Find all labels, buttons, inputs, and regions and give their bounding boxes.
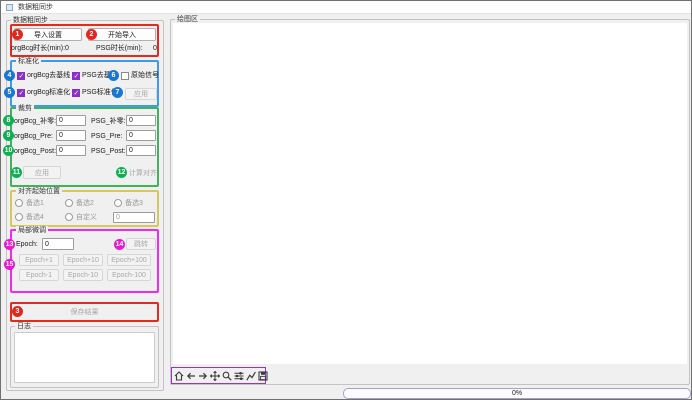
crop-box-title: 裁剪 [16,104,34,113]
epoch-minus-1-button[interactable]: Epoch-1 [19,269,59,281]
crop-row2-label1: orgBcg_Pre: [14,132,53,141]
jump-button[interactable]: 跳转 [126,238,156,250]
orgbcg-detrend-checkbox[interactable] [17,72,25,80]
step-badge-9: 9 [3,130,14,141]
custom-option-radio[interactable] [65,213,73,221]
start-import-button[interactable]: 开始导入 [88,28,156,41]
window-title: 数据粗同步 [18,3,53,12]
epoch-plus-1-button[interactable]: Epoch+1 [19,254,59,266]
titlebar: 数据粗同步 [1,1,691,14]
plot-toolbar [171,367,266,384]
pan-icon[interactable] [210,370,220,382]
orgbcg-detrend-label: orgBcg去基线 [27,71,70,80]
save-results-button[interactable]: 保存结果 [13,305,156,319]
step-badge-14: 14 [114,239,125,250]
psg-detrend-checkbox[interactable] [72,72,80,80]
normalize-box-title: 标准化 [16,57,41,66]
crop-row1-input2[interactable] [126,115,156,126]
app-window: 数据粗同步 数据粗同步 导入设置 开始导入 1 2 orgBcg时长(min):… [0,0,692,400]
step-badge-10: 10 [3,145,14,156]
align-start-title: 对齐起始位置 [16,187,62,196]
epoch-plus-10-button[interactable]: Epoch+10 [63,254,103,266]
orgbcg-normalize-checkbox[interactable] [17,89,25,97]
crop-row2-label2: PSG_Pre: [91,132,123,141]
epoch-label: Epoch: [16,240,38,249]
option4-radio[interactable] [15,213,23,221]
crop-row2-input1[interactable] [56,130,86,141]
progress-value: 0% [512,390,522,397]
step-badge-7: 7 [112,87,123,98]
step-badge-13: 13 [4,239,15,250]
orgbcg-duration-label: orgBcg时长(min): [11,44,65,53]
crop-row1-label2: PSG_补零: [91,117,126,126]
step-badge-12: 12 [116,167,127,178]
crop-row1-input1[interactable] [56,115,86,126]
option1-label: 备选1 [26,199,44,208]
step-badge-3: 3 [12,306,23,317]
epoch-minus-10-button[interactable]: Epoch-10 [63,269,103,281]
crop-row3-input2[interactable] [126,145,156,156]
crop-row1-label1: orgBcg_补零: [14,117,56,126]
forward-icon[interactable] [198,370,208,382]
psg-duration-label: PSG时长(min): [96,44,143,53]
orgbcg-duration-value: 0 [65,44,69,53]
back-icon[interactable] [186,370,196,382]
step-badge-8: 8 [3,115,14,126]
step-badge-6: 6 [108,70,119,81]
subplots-icon[interactable] [234,370,244,382]
crop-row3-input1[interactable] [56,145,86,156]
option2-label: 备选2 [76,199,94,208]
raw-signal-label: 原始信号 [131,71,159,80]
option1-radio[interactable] [15,199,23,207]
epoch-input[interactable] [42,238,74,250]
step-badge-15: 15 [4,259,15,270]
crop-row2-input2[interactable] [126,130,156,141]
app-icon [6,4,13,11]
custom-option-label: 自定义 [76,213,97,222]
normalize-apply-button[interactable]: 应用 [125,88,157,100]
import-settings-button[interactable]: 导入设置 [14,28,82,41]
step-badge-5: 5 [4,87,15,98]
psg-duration-value: 0 [153,44,157,53]
log-textarea[interactable] [14,332,155,383]
raw-signal-checkbox[interactable] [121,72,129,80]
custom-position-input[interactable] [113,212,155,223]
crop-row3-label2: PSG_Post: [91,147,126,156]
epoch-minus-100-button[interactable]: Epoch-100 [107,269,151,281]
orgbcg-normalize-label: orgBcg标准化 [27,88,70,97]
plot-canvas[interactable] [173,23,687,364]
customize-icon[interactable] [246,370,256,382]
step-badge-1: 1 [12,29,23,40]
option4-label: 备选4 [26,213,44,222]
home-icon[interactable] [174,370,184,382]
crop-row3-label1: orgBcg_Post: [14,147,56,156]
finetune-title: 局部微调 [16,226,48,235]
step-badge-2: 2 [86,29,97,40]
save-icon[interactable] [258,370,268,382]
progress-bar: 0% [343,388,691,399]
psg-normalize-checkbox[interactable] [72,89,80,97]
log-title: 日志 [15,322,33,331]
epoch-plus-100-button[interactable]: Epoch+100 [107,254,151,266]
option2-radio[interactable] [65,199,73,207]
option3-radio[interactable] [114,199,122,207]
zoom-icon[interactable] [222,370,232,382]
step-badge-11: 11 [11,167,22,178]
step-badge-4: 4 [4,70,15,81]
calc-align-button[interactable]: 计算对齐 [128,166,158,179]
crop-apply-button[interactable]: 应用 [23,166,61,179]
option3-label: 备选3 [125,199,143,208]
